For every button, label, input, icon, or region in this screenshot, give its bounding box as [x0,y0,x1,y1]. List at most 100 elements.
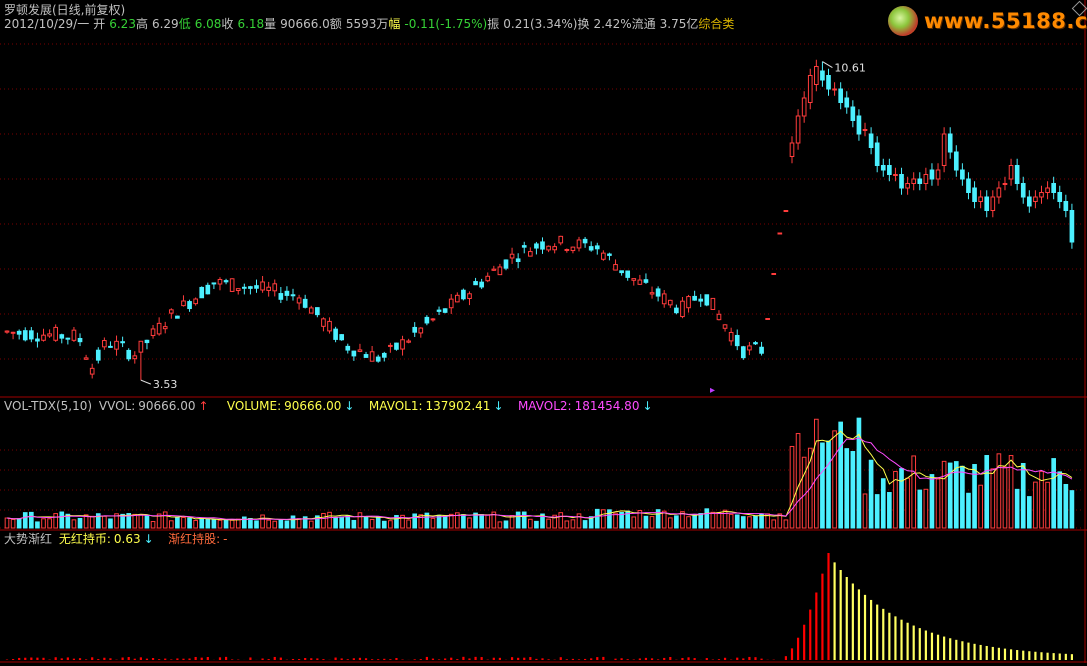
candle-body [290,294,296,297]
chart-svg[interactable]: 10.61 3.53 ▸ [0,0,1087,663]
volume-bar [643,515,649,529]
volume-bar [448,513,454,529]
volume-bar [941,460,947,529]
quote-item: 振 [487,17,500,31]
logo-icon [888,6,918,36]
candle-body [704,294,710,306]
candle-body [649,292,655,295]
quote-item: 0.21(3.34%) [503,17,578,31]
volume-bar [327,511,332,529]
volume-bar [880,478,886,529]
candle-body [887,165,892,175]
volume-bar [369,518,375,529]
volume-bar [351,519,357,529]
volume-bar [479,514,484,529]
candle-body [1045,187,1050,193]
candle-body [753,342,758,345]
volume-bar [862,493,868,529]
candle-body [16,330,22,335]
volume-bar [363,516,369,529]
volume-bar [388,520,393,529]
candle-body [181,300,186,307]
candle-body [381,352,387,358]
volume-bar [1020,462,1026,529]
volume-bar [467,517,472,529]
candle-body [1057,192,1063,202]
volume-bar [59,511,65,529]
candle-body [905,183,910,189]
volume-bar [844,448,850,529]
candle-body [211,282,217,285]
candle-body [680,300,685,318]
candle-body [771,273,777,275]
candle-body [35,338,40,342]
candle-body [1014,165,1020,184]
volume-bar [144,515,150,529]
candle-body [546,245,551,251]
volume-bar [254,520,259,529]
candle-body [564,248,570,251]
candle-body [637,279,643,285]
candle-body [156,322,162,335]
candle-body [126,349,132,360]
candle-body [217,278,223,285]
logo-text: www.55188.com [924,9,1087,33]
volume-bar [41,518,46,529]
candle-body [315,307,320,316]
quote-item: 综合类 [698,17,735,31]
volume-bar [832,430,837,529]
volume-bar [692,514,697,529]
candle-body [972,187,977,202]
candle-body [302,298,308,308]
candle-body [272,283,278,292]
volume-bar [235,518,241,529]
volume-bar [990,468,996,529]
candle-body [1026,196,1032,207]
volume-bar [16,518,22,529]
candle-body [479,281,484,288]
volume-bar [570,519,576,529]
volume-bar [321,512,326,529]
volume-bar [296,518,302,529]
candle-body [1039,192,1044,198]
candle-body [345,345,351,351]
quote-item: 3.75亿 [659,17,699,31]
volume-bar [710,511,716,529]
volume-bar [108,518,113,529]
stock-chart[interactable]: 10.61 3.53 ▸ 罗顿发展(日线,前复权) 2012/10/29/一开 6.2… [0,0,1087,663]
candle-body [150,328,156,337]
candle-body [327,320,332,332]
candle-body [607,253,612,256]
quote-item: 6.08 [194,17,222,31]
candle-body [424,316,430,324]
low-price-label: 3.53 [153,378,178,391]
candle-body [899,174,904,189]
trend-indicator-header: 大势渐红 无红持币: 0.63 ↓ 渐红持股: - [4,532,231,546]
candle-body [540,241,545,250]
candle-body [412,326,418,333]
candle-body [911,178,917,184]
volume-bar [984,455,990,529]
volume-bar [193,519,198,529]
candle-body [400,339,405,350]
wh-arrow-icon: ↓ [143,532,154,546]
volume-arrow-icon: ↓ [344,399,355,413]
mavol2-arrow-icon: ↓ [642,399,653,413]
quote-bar: 2012/10/29/一开 6.23高 6.29低 6.08收 6.18量 90666.0… [4,17,738,31]
candle-body [698,298,704,302]
candle-body [509,253,515,259]
candle-body [168,309,174,314]
candle-body [594,245,600,250]
quote-item: 2.42% [593,17,632,31]
volume-bar [601,509,606,529]
volume-bar [138,514,144,529]
candle-body [503,259,509,269]
candle-body [521,245,527,248]
candle-body [138,340,144,353]
volume-bar [753,515,758,529]
volume-bar [77,517,83,529]
volume-bar [4,517,10,529]
quote-item: 高 [135,17,148,31]
candle-body [442,308,448,313]
site-logo[interactable]: www.55188.com [888,4,1087,38]
